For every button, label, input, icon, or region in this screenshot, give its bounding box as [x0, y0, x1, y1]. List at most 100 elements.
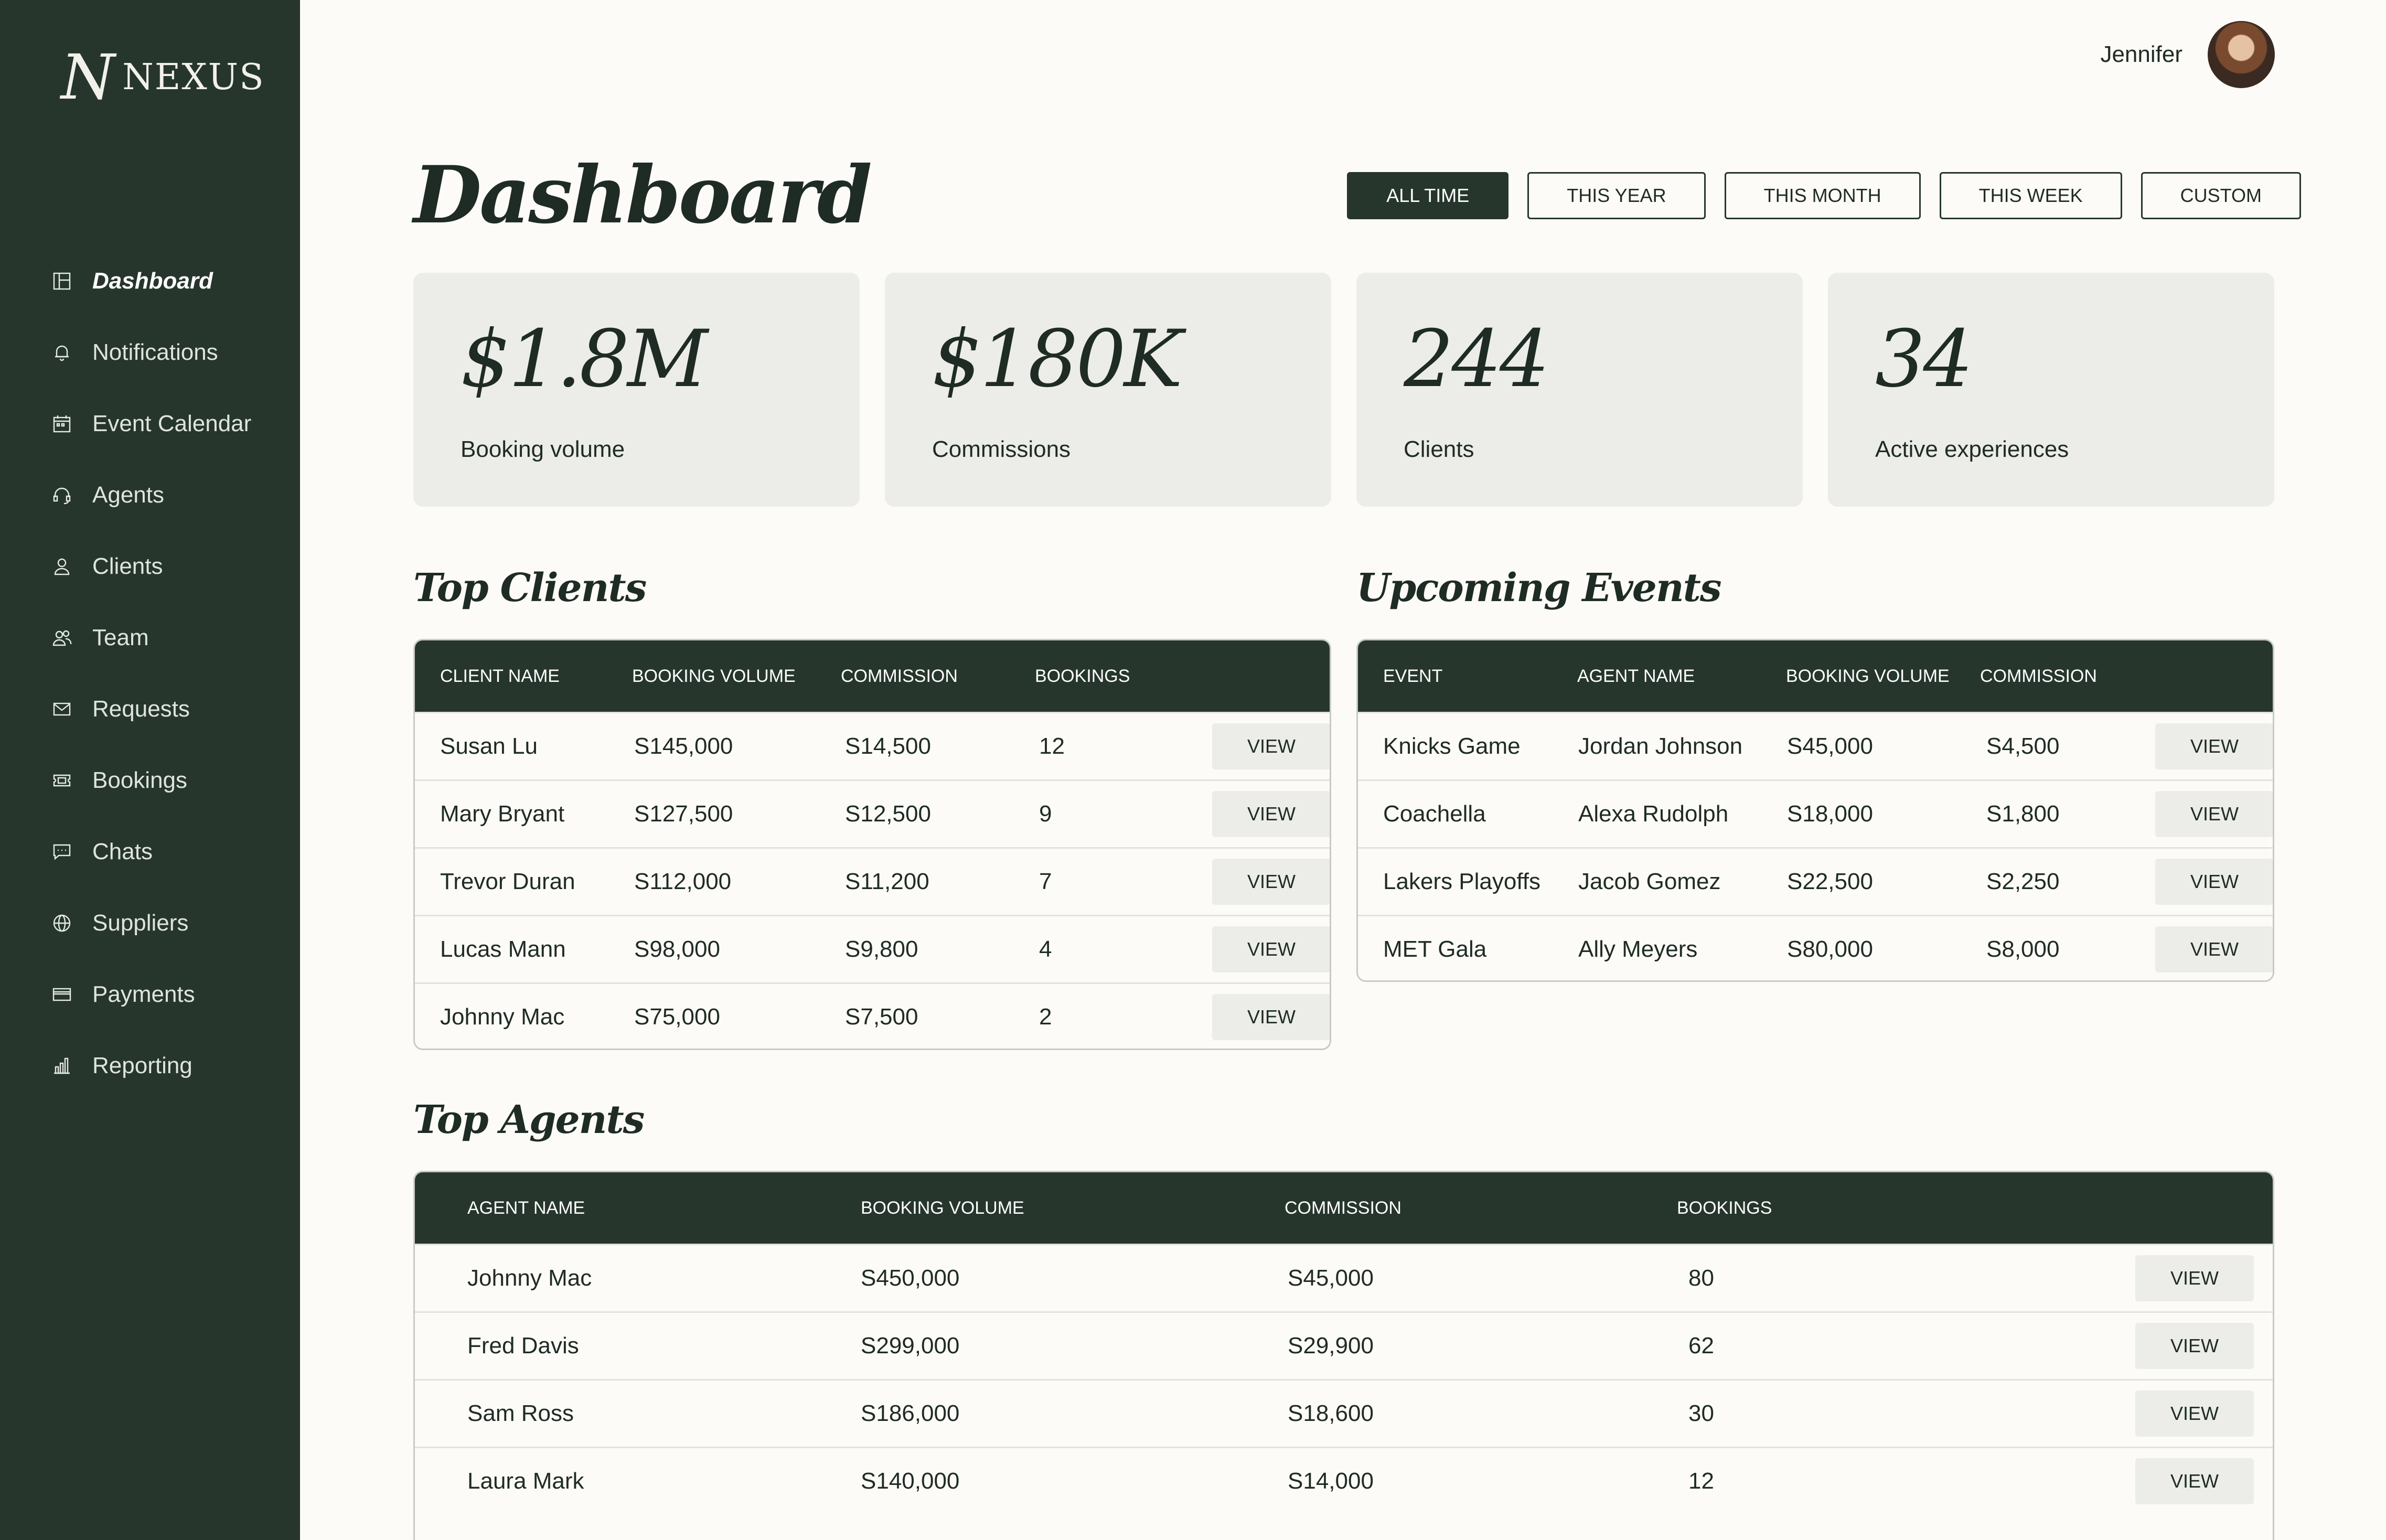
brand-logo[interactable]: N NEXUS — [61, 46, 265, 108]
table-row: Fred Davis S299,000 S29,900 62 VIEW — [415, 1311, 2273, 1379]
table-row: Susan Lu S145,000 S14,500 12 VIEW — [415, 712, 1330, 779]
sidebar-item-label: Suppliers — [92, 910, 189, 936]
table-cell: Susan Lu — [440, 733, 538, 759]
table-cell: 12 — [1688, 1468, 1714, 1494]
table-row: Lakers Playoffs Jacob Gomez S22,500 S2,250 V… — [1358, 847, 2273, 915]
table-cell: S11,200 — [845, 869, 929, 894]
table-row: Lucas Mann S98,000 S9,800 4 VIEW — [415, 915, 1330, 982]
top-agents-table: AGENT NAME BOOKING VOLUME COMMISSION BOOKIN… — [413, 1171, 2274, 1540]
table-cell: S14,000 — [1288, 1468, 1374, 1494]
top-clients-title: Top Clients — [413, 565, 647, 611]
kpi-label: Clients — [1404, 436, 1474, 462]
sidebar-item-payments[interactable]: Payments — [50, 959, 292, 1030]
kpi-label: Commissions — [932, 436, 1071, 462]
view-button[interactable]: VIEW — [2155, 791, 2273, 837]
filter-all-time-button[interactable]: ALL TIME — [1347, 172, 1509, 219]
sidebar-item-suppliers[interactable]: Suppliers — [50, 887, 292, 959]
view-button[interactable]: VIEW — [1212, 859, 1330, 905]
table-cell: Johnny Mac — [440, 1004, 565, 1030]
sidebar-item-chats[interactable]: Chats — [50, 816, 292, 887]
table-cell: Ally Meyers — [1578, 936, 1698, 962]
table-cell: S45,000 — [1288, 1265, 1374, 1291]
table-cell: Coachella — [1383, 801, 1486, 827]
kpi-card: 244 Clients — [1356, 273, 1803, 507]
sidebar-item-team[interactable]: Team — [50, 602, 292, 673]
kpi-card: $180K Commissions — [885, 273, 1331, 507]
table-cell: Mary Bryant — [440, 801, 565, 827]
sidebar-item-notifications[interactable]: Notifications — [50, 317, 292, 388]
users-icon — [50, 626, 73, 649]
view-button[interactable]: VIEW — [1212, 994, 1330, 1040]
sidebar-item-label: Chats — [92, 839, 153, 864]
table-cell: 4 — [1039, 936, 1052, 962]
filter-this-week-button[interactable]: THIS WEEK — [1939, 172, 2122, 219]
table-cell: S8,000 — [1986, 936, 2060, 962]
filter-this-month-button[interactable]: THIS MONTH — [1724, 172, 1921, 219]
view-button[interactable]: VIEW — [2135, 1458, 2254, 1504]
view-button[interactable]: VIEW — [1212, 926, 1330, 972]
table-cell: MET Gala — [1383, 936, 1487, 962]
table-cell: S9,800 — [845, 936, 918, 962]
layout-icon — [50, 270, 73, 293]
bar-chart-icon — [50, 1054, 73, 1077]
filter-this-year-button[interactable]: THIS YEAR — [1527, 172, 1706, 219]
column-header: BOOKING VOLUME — [861, 1197, 1024, 1218]
sidebar-item-clients[interactable]: Clients — [50, 531, 292, 602]
kpi-card: 34 Active experiences — [1828, 273, 2274, 507]
table-cell: Jordan Johnson — [1578, 733, 1743, 759]
table-cell: Lucas Mann — [440, 936, 566, 962]
calendar-icon — [50, 412, 73, 435]
sidebar-item-event-calendar[interactable]: Event Calendar — [50, 388, 292, 459]
table-cell: S80,000 — [1787, 936, 1873, 962]
sidebar-item-label: Dashboard — [92, 268, 213, 294]
table-row: Laura Mark S140,000 S14,000 12 VIEW — [415, 1447, 2273, 1514]
table-cell: S45,000 — [1787, 733, 1873, 759]
user-name: Jennifer — [2100, 41, 2182, 67]
table-header: CLIENT NAME BOOKING VOLUME COMMISSION BOOKI… — [415, 640, 1330, 712]
table-cell: S1,800 — [1986, 801, 2060, 827]
avatar[interactable] — [2208, 21, 2275, 88]
kpi-value: 244 — [1404, 314, 1549, 405]
table-cell: S29,900 — [1288, 1333, 1374, 1359]
column-header: BOOKINGS — [1035, 666, 1130, 686]
table-cell: S22,500 — [1787, 869, 1873, 894]
view-button[interactable]: VIEW — [2155, 926, 2273, 972]
globe-icon — [50, 912, 73, 935]
mail-icon — [50, 698, 73, 721]
sidebar-item-agents[interactable]: Agents — [50, 459, 292, 531]
view-button[interactable]: VIEW — [2135, 1391, 2254, 1437]
sidebar-item-bookings[interactable]: Bookings — [50, 745, 292, 816]
filter-custom-button[interactable]: CUSTOM — [2141, 172, 2301, 219]
table-cell: S4,500 — [1986, 733, 2060, 759]
headset-icon — [50, 484, 73, 507]
table-cell: Lakers Playoffs — [1383, 869, 1541, 894]
view-button[interactable]: VIEW — [2135, 1255, 2254, 1301]
table-row: Knicks Game Jordan Johnson S45,000 S4,500 VI… — [1358, 712, 2273, 779]
sidebar-item-requests[interactable]: Requests — [50, 673, 292, 745]
kpi-value: $180K — [932, 314, 1183, 405]
sidebar-item-dashboard[interactable]: Dashboard — [50, 245, 292, 317]
table-cell: S112,000 — [634, 869, 732, 894]
table-row: Johnny Mac S450,000 S45,000 80 VIEW — [415, 1244, 2273, 1311]
sidebar: N NEXUS Dashboard Notifications Event Cale… — [0, 0, 300, 1540]
user-icon — [50, 555, 73, 578]
view-button[interactable]: VIEW — [2155, 859, 2273, 905]
column-header: BOOKING VOLUME — [632, 666, 796, 686]
view-button[interactable]: VIEW — [1212, 723, 1330, 769]
table-cell: Fred Davis — [467, 1333, 579, 1359]
table-header: EVENT AGENT NAME BOOKING VOLUME COMMISSION — [1358, 640, 2273, 712]
table-cell: Knicks Game — [1383, 733, 1521, 759]
table-cell: S127,500 — [634, 801, 733, 827]
table-cell: 30 — [1688, 1400, 1714, 1426]
kpi-label: Active experiences — [1875, 436, 2069, 462]
user-menu[interactable]: Jennifer — [2100, 21, 2275, 88]
column-header: COMMISSION — [1980, 666, 2097, 686]
view-button[interactable]: VIEW — [2155, 723, 2273, 769]
sidebar-item-reporting[interactable]: Reporting — [50, 1030, 292, 1101]
view-button[interactable]: VIEW — [2135, 1323, 2254, 1369]
table-row: Trevor Duran S112,000 S11,200 7 VIEW — [415, 847, 1330, 915]
upcoming-events-title: Upcoming Events — [1356, 565, 1722, 611]
view-button[interactable]: VIEW — [1212, 791, 1330, 837]
table-cell: 12 — [1039, 733, 1065, 759]
table-cell: 9 — [1039, 801, 1052, 827]
